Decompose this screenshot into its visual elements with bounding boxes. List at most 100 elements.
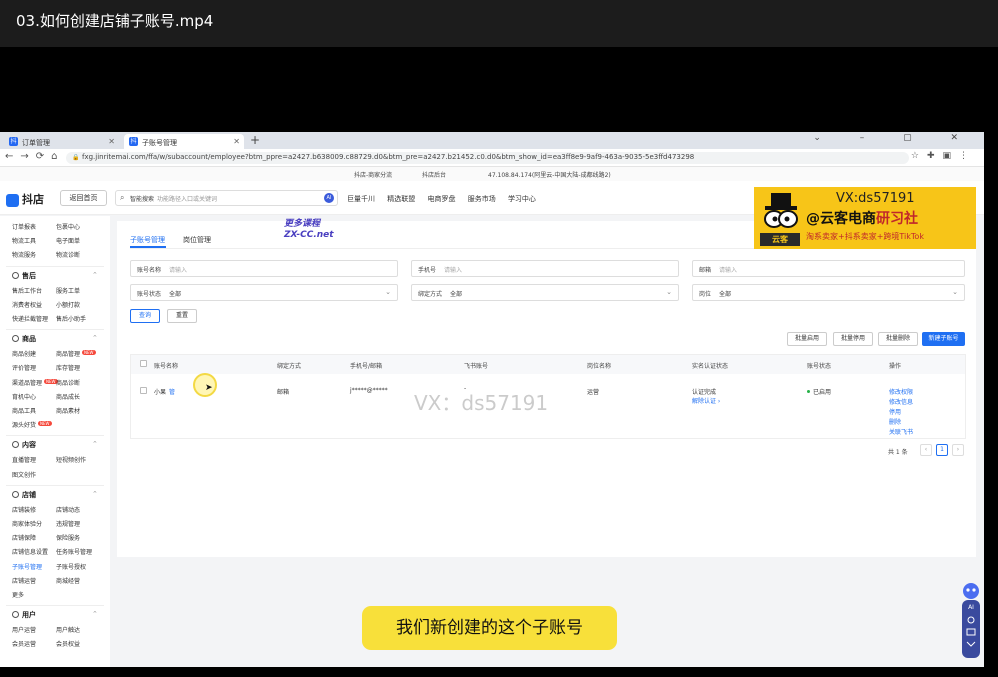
nav-buttons[interactable]: ←→⟳⌂ xyxy=(5,151,64,162)
back-home-button[interactable]: 返回首页 xyxy=(60,190,107,206)
sidebar-section-header[interactable]: 内容 xyxy=(12,440,36,450)
sidebar-item[interactable]: 短视频创作 xyxy=(56,455,86,464)
sidebar-item[interactable]: 商品创建 xyxy=(12,349,36,358)
batch-disable-button[interactable]: 批量停用 xyxy=(833,332,873,346)
disable-link[interactable]: 停用 xyxy=(889,407,901,416)
sidebar-item[interactable]: 图文创作 xyxy=(12,470,36,479)
sidebar-item[interactable]: 商品素材 xyxy=(56,406,80,415)
sidebar-item[interactable]: 源头好货 NEW xyxy=(12,420,52,429)
close-icon[interactable]: ✕ xyxy=(108,137,115,146)
position-select[interactable]: 岗位 全部 ⌄ xyxy=(692,284,965,301)
ai-icon[interactable]: AI xyxy=(324,193,334,203)
video-bottom-bar xyxy=(0,667,998,677)
sidebar-item[interactable]: 物流诊断 xyxy=(56,250,80,259)
sidebar-item[interactable]: 电子面单 xyxy=(56,236,80,245)
next-page-button[interactable]: › xyxy=(952,444,964,456)
sidebar-item[interactable]: 小额打款 xyxy=(56,300,80,309)
sidebar-item[interactable]: 店铺信息设置 xyxy=(12,547,48,556)
edit-permission-link[interactable]: 修改权限 xyxy=(889,387,913,396)
select-all-checkbox[interactable] xyxy=(140,360,147,367)
sidebar-section-header[interactable]: 售后 xyxy=(12,271,36,281)
sidebar-item[interactable]: 商品管理 NEW xyxy=(56,349,96,358)
nav-alliance[interactable]: 精选联盟 xyxy=(387,195,415,203)
sidebar-item[interactable]: 会员权益 xyxy=(56,639,80,648)
sidebar-item[interactable]: 售后小助手 xyxy=(56,314,86,323)
sidebar-item[interactable]: 渠道品管理 NEW xyxy=(12,378,58,387)
reset-button[interactable]: 重置 xyxy=(167,309,197,323)
sidebar-item[interactable]: 物流服务 xyxy=(12,250,36,259)
nav-compass[interactable]: 电商罗盘 xyxy=(427,195,455,203)
sidebar-section-header[interactable]: 商品 xyxy=(12,334,36,344)
sidebar-item[interactable]: 子账号授权 xyxy=(56,562,86,571)
sidebar-item[interactable]: 更多 xyxy=(12,590,24,599)
edit-info-link[interactable]: 修改信息 xyxy=(889,397,913,406)
sidebar-section-header[interactable]: 用户 xyxy=(12,610,36,620)
batch-delete-button[interactable]: 批量删除 xyxy=(878,332,918,346)
sidebar-item[interactable]: 商家体验分 xyxy=(12,519,42,528)
sidebar-item[interactable]: 商品诊断 xyxy=(56,378,80,387)
browser-tab-orders[interactable]: 抖 订单管理 ✕ xyxy=(4,134,119,149)
chevron-up-icon[interactable]: ⌃ xyxy=(92,334,98,342)
nav-qianchuan[interactable]: 巨量千川 xyxy=(347,195,375,203)
page-number-button[interactable]: 1 xyxy=(936,444,948,456)
sidebar-divider xyxy=(6,605,104,607)
sidebar-item[interactable]: 售后工作台 xyxy=(12,286,42,295)
sidebar-item[interactable]: 子账号管理 xyxy=(12,562,42,571)
link-feishu-link[interactable]: 关联飞书 xyxy=(889,427,913,436)
new-subaccount-button[interactable]: 新建子账号 xyxy=(922,332,965,346)
sidebar-item[interactable]: 评价管理 xyxy=(12,363,36,372)
row-checkbox[interactable] xyxy=(140,387,147,394)
browser-tabbar: 抖 订单管理 ✕ 抖 子账号管理 ✕ + ⌄ – ▢ ✕ xyxy=(0,132,984,149)
bind-method-select[interactable]: 绑定方式 全部 ⌄ xyxy=(411,284,679,301)
sidebar-item[interactable]: 育机中心 xyxy=(12,392,36,401)
sidebar-item[interactable]: 订单报表 xyxy=(12,222,36,231)
chevron-up-icon[interactable]: ⌃ xyxy=(92,271,98,279)
window-controls[interactable]: ⌄ – ▢ ✕ xyxy=(813,133,976,143)
sidebar-item[interactable]: 用户运营 xyxy=(12,625,36,634)
url-input[interactable]: 🔒 fxg.jinritemai.com/ffa/w/subaccount/em… xyxy=(66,152,909,164)
chevron-up-icon[interactable]: ⌃ xyxy=(92,440,98,448)
query-button[interactable]: 查询 xyxy=(130,309,160,323)
chevron-up-icon[interactable]: ⌃ xyxy=(92,610,98,618)
sidebar-item[interactable]: 会员运营 xyxy=(12,639,36,648)
nav-service-market[interactable]: 服务市场 xyxy=(468,195,496,203)
sidebar-item[interactable]: 商品工具 xyxy=(12,406,36,415)
sidebar-item[interactable]: 商城经营 xyxy=(56,576,80,585)
smart-search-input[interactable]: ⌕ 智能搜索 功能路径入口或关键词 AI xyxy=(115,190,338,206)
sidebar-section-header[interactable]: 店铺 xyxy=(12,490,36,500)
email-input[interactable]: 邮箱 请输入 xyxy=(692,260,965,277)
sidebar-item[interactable]: 任务账号管理 xyxy=(56,547,92,556)
tab-positions[interactable]: 岗位管理 xyxy=(183,235,211,245)
delete-link[interactable]: 删除 xyxy=(889,417,901,426)
sidebar-item[interactable]: 店铺动态 xyxy=(56,505,80,514)
unbind-verify-link[interactable]: 解除认证 › xyxy=(692,396,720,405)
browser-tab-subaccount[interactable]: 抖 子账号管理 ✕ xyxy=(124,134,244,149)
new-tab-icon[interactable]: + xyxy=(250,133,260,147)
account-status-select[interactable]: 账号状态 全部 ⌄ xyxy=(130,284,398,301)
assistant-float-icon[interactable]: AI xyxy=(960,582,982,660)
chevron-up-icon[interactable]: ⌃ xyxy=(92,490,98,498)
sidebar-item[interactable]: 商品成长 xyxy=(56,392,80,401)
account-name-input[interactable]: 账号名称 请输入 xyxy=(130,260,398,277)
sidebar-item[interactable]: 物流工具 xyxy=(12,236,36,245)
sidebar-item[interactable]: 包裹中心 xyxy=(56,222,80,231)
doudian-logo[interactable]: 抖店 xyxy=(6,191,44,207)
sidebar-item[interactable]: 库存管理 xyxy=(56,363,80,372)
sidebar-item[interactable]: 消费者权益 xyxy=(12,300,42,309)
nav-learning[interactable]: 学习中心 xyxy=(508,195,536,203)
sidebar-item[interactable]: 用户触达 xyxy=(56,625,80,634)
prev-page-button[interactable]: ‹ xyxy=(920,444,932,456)
sidebar-item[interactable]: 服务工单 xyxy=(56,286,80,295)
batch-enable-button[interactable]: 批量启用 xyxy=(787,332,827,346)
sidebar-item[interactable]: 快递拦截管理 xyxy=(12,314,48,323)
sidebar-item[interactable]: 违规管理 xyxy=(56,519,80,528)
sidebar-item[interactable]: 保险服务 xyxy=(56,533,80,542)
browser-toolbar-icons[interactable]: ☆✚▣⋮ xyxy=(911,151,976,161)
tab-subaccount[interactable]: 子账号管理 xyxy=(130,235,165,245)
sidebar-item[interactable]: 店铺运营 xyxy=(12,576,36,585)
close-icon[interactable]: ✕ xyxy=(233,137,240,146)
phone-input[interactable]: 手机号 请输入 xyxy=(411,260,679,277)
sidebar-item[interactable]: 店铺装修 xyxy=(12,505,36,514)
sidebar-item[interactable]: 店铺保障 xyxy=(12,533,36,542)
sidebar-item[interactable]: 直播管理 xyxy=(12,455,36,464)
